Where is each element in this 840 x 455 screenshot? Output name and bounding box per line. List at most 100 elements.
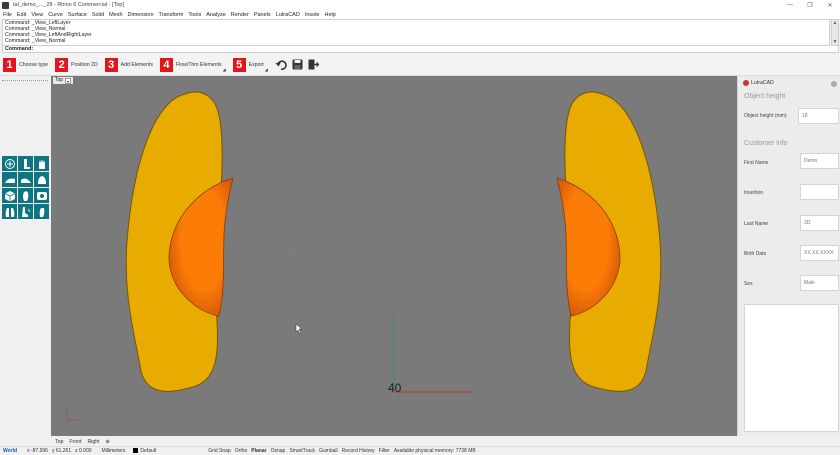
coordinate-system[interactable]: World: [3, 448, 17, 454]
scroll-down-icon[interactable]: ▼: [832, 39, 838, 45]
panel-header: LutraCAD: [743, 80, 774, 86]
step-position-2d-button[interactable]: 2 Position 2D: [55, 57, 98, 72]
birth-date-input[interactable]: XX.XX.XXXX: [800, 245, 839, 261]
menu-panels[interactable]: Panels: [254, 12, 271, 18]
tab-top[interactable]: Top: [55, 439, 63, 445]
menu-render[interactable]: Render: [231, 12, 249, 18]
top-viewport[interactable]: 40 Top ▾: [51, 76, 737, 436]
osnap-toggle[interactable]: Osnap: [271, 448, 286, 454]
tab-right[interactable]: Right: [87, 439, 99, 445]
dropdown-caret-icon: ◢: [222, 66, 226, 72]
foot-side-icon[interactable]: [18, 156, 33, 171]
heel-right-icon[interactable]: [18, 172, 33, 187]
rhino-logo-icon: [2, 1, 9, 9]
step-label: Flow/Trim Elements: [175, 61, 222, 68]
menu-edit[interactable]: Edit: [17, 12, 26, 18]
exit-icon[interactable]: [307, 58, 320, 71]
smarttrack-toggle[interactable]: SmartTrack: [289, 448, 315, 454]
scroll-up-icon[interactable]: ▲: [832, 20, 838, 26]
step-export-button[interactable]: 5 Export ◢: [232, 57, 268, 72]
minimize-button[interactable]: —: [780, 0, 800, 10]
object-height-input[interactable]: 18: [798, 108, 839, 124]
command-history: Command: _View_LeftLayer Command: _View_…: [2, 19, 830, 46]
layer-name: Default: [140, 448, 157, 454]
panel-title: LutraCAD: [751, 80, 774, 86]
cube-icon[interactable]: [2, 188, 17, 203]
last-name-input[interactable]: 3D: [800, 215, 839, 231]
grid-snap-toggle[interactable]: Grid Snap: [208, 448, 231, 454]
sex-label: Sex: [744, 281, 753, 287]
step-label: Add Elements: [120, 61, 153, 68]
filter-toggle[interactable]: Filter: [379, 448, 390, 454]
gumball-toggle[interactable]: Gumball: [319, 448, 338, 454]
step-number: 3: [104, 57, 118, 72]
maximize-button[interactable]: ❐: [800, 0, 820, 10]
step-choose-type-button[interactable]: 1 Choose type: [3, 57, 48, 72]
command-history-scrollbar[interactable]: ▲ ▼: [831, 19, 839, 46]
y-coordinate: y 61.261: [51, 448, 72, 454]
palette-grip[interactable]: [2, 80, 48, 82]
menu-surface[interactable]: Surface: [68, 12, 87, 18]
panel-options-icon[interactable]: [831, 81, 837, 87]
step-flow-trim-button[interactable]: 4 Flow/Trim Elements ◢: [159, 57, 226, 72]
menu-help[interactable]: Help: [325, 12, 336, 18]
menu-dimension[interactable]: Dimension: [128, 12, 154, 18]
viewport-canvas[interactable]: 40: [51, 76, 737, 436]
section-object-height: Object height: [744, 93, 786, 100]
lutracad-tool-palette: [0, 76, 51, 436]
viewport-dropdown-icon[interactable]: ▾: [65, 77, 72, 84]
shoe-icon[interactable]: [18, 204, 33, 219]
heel-left-icon[interactable]: [2, 172, 17, 187]
menu-lutracad[interactable]: LutraCAD: [276, 12, 300, 18]
command-history-line: Command: _View_Normal: [5, 38, 66, 44]
step-number: 4: [159, 57, 173, 72]
menu-insole[interactable]: Insole: [305, 12, 320, 18]
layer-icon[interactable]: [34, 188, 49, 203]
save-icon[interactable]: [291, 58, 304, 71]
units[interactable]: Millimeters: [102, 448, 126, 454]
undo-icon[interactable]: [275, 58, 288, 71]
layer-color-swatch: [133, 448, 139, 454]
foot-pair-icon[interactable]: [2, 204, 17, 219]
close-button[interactable]: ✕: [820, 0, 840, 10]
foot-view-icon[interactable]: [34, 172, 49, 187]
birth-date-label: Birth Date: [744, 251, 767, 257]
sex-input[interactable]: Male: [800, 275, 839, 291]
menu-solid[interactable]: Solid: [92, 12, 104, 18]
menu-analyze[interactable]: Analyze: [206, 12, 226, 18]
viewport-tabs: Top Front Right ⊕: [51, 437, 737, 446]
notes-area[interactable]: [744, 304, 839, 432]
step-number: 1: [3, 57, 16, 72]
insole-icon[interactable]: [18, 188, 33, 203]
step-label: Export: [248, 61, 264, 68]
memory-status: Available physical memory: 7738 MB: [393, 448, 476, 454]
planar-toggle[interactable]: Planar: [251, 448, 266, 454]
window-controls: — ❐ ✕: [780, 0, 840, 10]
step-add-elements-button[interactable]: 3 Add Elements: [104, 57, 153, 72]
title-bar: tal_demo_..._28 - Rhino 6 Commercial - […: [0, 0, 840, 10]
lutracad-panel: LutraCAD Object height Object height (mm…: [737, 76, 840, 436]
foot-circle-icon[interactable]: [2, 156, 17, 171]
record-history-toggle[interactable]: Record History: [342, 448, 375, 454]
window-title: tal_demo_..._28 - Rhino 6 Commercial - […: [13, 2, 124, 8]
ortho-toggle[interactable]: Ortho: [235, 448, 248, 454]
command-prompt[interactable]: Command:: [2, 46, 839, 53]
current-layer[interactable]: Default: [133, 448, 156, 454]
menu-tools[interactable]: Tools: [188, 12, 201, 18]
insertion-input[interactable]: [800, 184, 839, 200]
add-viewport-icon[interactable]: ⊕: [106, 439, 110, 445]
status-bar: World x -87.996 y 61.261 z 0.000 Millime…: [0, 446, 840, 455]
tool-grid: [2, 156, 49, 219]
menu-curve[interactable]: Curve: [48, 12, 63, 18]
menu-transform[interactable]: Transform: [159, 12, 184, 18]
hand-icon[interactable]: [34, 156, 49, 171]
section-customer-info: Customer info: [744, 140, 788, 147]
z-coordinate: z 0.000: [75, 448, 92, 454]
menu-file[interactable]: File: [3, 12, 12, 18]
tab-front[interactable]: Front: [69, 439, 81, 445]
menu-view[interactable]: View: [31, 12, 43, 18]
foot-right-icon[interactable]: [34, 204, 49, 219]
viewport-title-tab[interactable]: Top ▾: [53, 77, 74, 84]
menu-mesh[interactable]: Mesh: [109, 12, 122, 18]
first-name-input[interactable]: Demo: [800, 153, 839, 169]
